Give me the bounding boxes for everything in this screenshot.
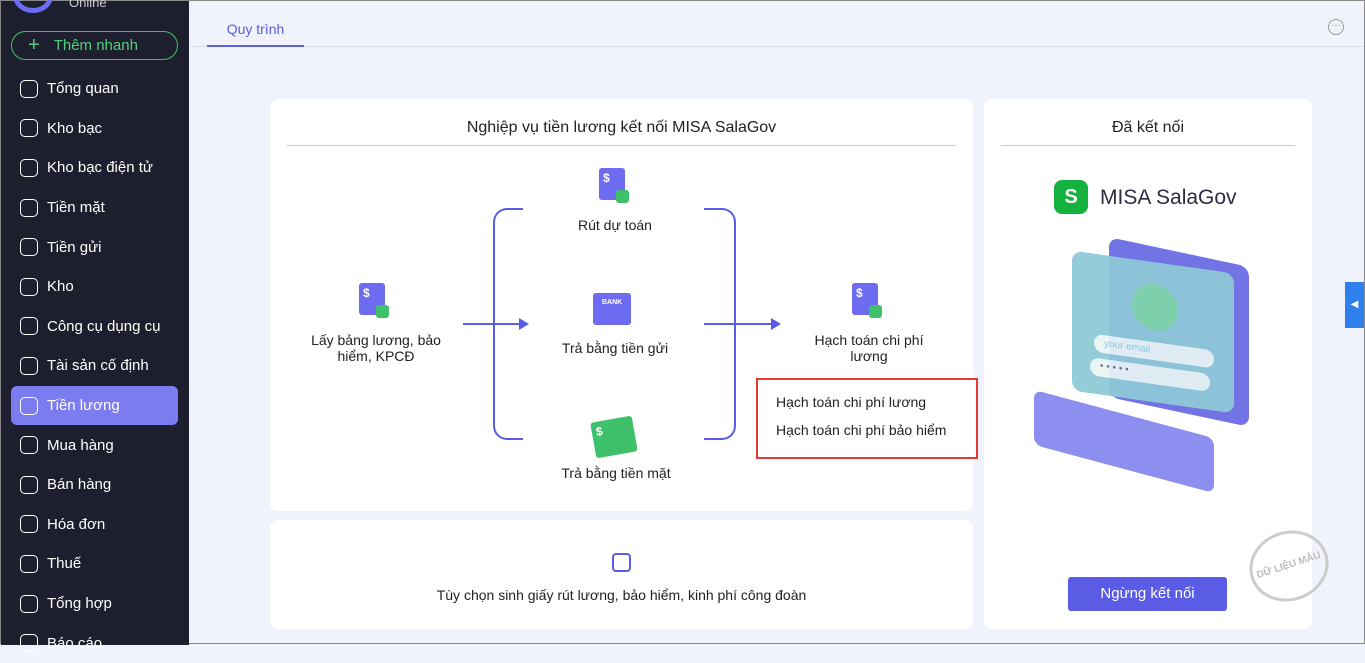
sidebar-item-label: Tổng hợp	[47, 595, 112, 613]
step-withdraw[interactable]: Rút dự toán	[555, 217, 675, 233]
treasury-icon	[20, 119, 38, 138]
sidebar-item-label: Tổng quan	[47, 80, 119, 98]
cart-icon	[20, 436, 38, 455]
sidebar-item-label: Tài sản cố định	[47, 357, 149, 375]
sample-data-watermark: DỮ LIỆU MẪU	[1240, 520, 1338, 612]
menu-item-insurance-cost[interactable]: Hạch toán chi phí bảo hiểm	[758, 422, 976, 450]
invoice-icon	[20, 515, 38, 534]
withdraw-document-icon: $	[599, 168, 629, 203]
tools-icon	[20, 317, 38, 336]
tab-bar: Quy trình ···	[189, 1, 1364, 47]
sidebar-item-label: Kho	[47, 278, 74, 296]
sidebar-item-2[interactable]: Kho bạc điện tử	[11, 148, 178, 188]
sidebar: Online + Thêm nhanh Tổng quan Kho bạc Kho b…	[1, 0, 189, 653]
mail-icon	[612, 553, 631, 572]
cash-money-icon: $	[590, 415, 638, 459]
sidebar-item-3[interactable]: Tiền mặt	[11, 188, 178, 228]
sidebar-item-label: Kho bạc	[47, 119, 103, 137]
accounting-dropdown: Hạch toán chi phí lương Hạch toán chi ph…	[756, 378, 978, 459]
sidebar-nav: Tổng quan Kho bạc Kho bạc điện tử Tiền mặt T…	[11, 69, 178, 663]
tab-quy-trinh[interactable]: Quy trình	[207, 11, 304, 47]
sidebar-item-label: Tiền mặt	[47, 199, 105, 217]
connection-title: Đã kết nối	[1001, 99, 1295, 146]
cash-icon	[20, 198, 38, 217]
computer-illustration: your email • • • • •	[1024, 237, 1274, 494]
bank-icon: BANK	[593, 293, 631, 325]
sidebar-item-14[interactable]: Báo cáo	[11, 623, 178, 663]
logo-text: Online	[69, 0, 107, 10]
payroll-document-icon: $	[359, 283, 389, 318]
step-pay-cash[interactable]: Trả bằng tiền mặt	[541, 465, 691, 481]
sidebar-item-11[interactable]: Hóa đơn	[11, 505, 178, 545]
sidebar-item-label: Công cụ dụng cụ	[47, 317, 161, 335]
tax-icon	[20, 554, 38, 573]
step-pay-bank[interactable]: Trả bằng tiền gửi	[545, 340, 685, 356]
salagov-logo-icon: S	[1054, 180, 1088, 214]
quick-add-button[interactable]: + Thêm nhanh	[11, 31, 178, 60]
options-card[interactable]: Tùy chọn sinh giấy rút lương, bảo hiểm, …	[270, 520, 973, 629]
sidebar-item-4[interactable]: Tiền gửi	[11, 227, 178, 267]
accounting-document-icon: $	[852, 283, 882, 318]
sidebar-item-label: Kho bạc điện tử	[47, 159, 153, 177]
sidebar-item-9[interactable]: Mua hàng	[11, 425, 178, 465]
collapse-panel-handle[interactable]: ◀	[1345, 282, 1364, 328]
bracket-left	[493, 208, 523, 440]
sidebar-item-7[interactable]: Tài sản cố định	[11, 346, 178, 386]
process-title: Nghiệp vụ tiền lương kết nối MISA SalaGo…	[287, 99, 956, 146]
truck-icon	[20, 356, 38, 375]
sidebar-item-label: Tiền gửi	[47, 238, 102, 256]
summary-icon	[20, 594, 38, 613]
deposit-icon	[20, 238, 38, 257]
brand-name: MISA SalaGov	[1100, 186, 1237, 209]
warehouse-icon	[20, 277, 38, 296]
salary-icon	[20, 396, 38, 415]
menu-item-salary-cost[interactable]: Hạch toán chi phí lương	[758, 394, 976, 422]
plus-icon: +	[28, 34, 40, 56]
sidebar-item-label: Mua hàng	[47, 436, 114, 454]
arrow-icon	[704, 318, 781, 330]
sidebar-item-label: Hóa đơn	[47, 515, 106, 533]
store-icon	[20, 475, 38, 494]
sidebar-item-13[interactable]: Tổng hợp	[11, 584, 178, 624]
report-icon	[20, 634, 38, 653]
connection-card: Đã kết nối S MISA SalaGov your email • •…	[984, 99, 1338, 629]
sidebar-item-label: Báo cáo	[47, 634, 103, 652]
app-logo	[13, 0, 53, 13]
options-label: Tùy chọn sinh giấy rút lương, bảo hiểm, …	[436, 587, 807, 603]
e-treasury-icon	[20, 158, 38, 177]
more-options-icon[interactable]: ···	[1328, 19, 1344, 35]
quick-add-label: Thêm nhanh	[53, 37, 138, 54]
sidebar-item-6[interactable]: Công cụ dụng cụ	[11, 307, 178, 347]
sidebar-item-12[interactable]: Thuế	[11, 544, 178, 584]
sidebar-item-1[interactable]: Kho bạc	[11, 109, 178, 149]
sidebar-item-label: Tiền lương	[47, 397, 120, 415]
sidebar-item-10[interactable]: Bán hàng	[11, 465, 178, 505]
step-accounting[interactable]: Hạch toán chi phí lương	[799, 332, 939, 364]
sidebar-item-0[interactable]: Tổng quan	[11, 69, 178, 109]
sidebar-item-label: Bán hàng	[47, 476, 112, 494]
sidebar-item-label: Thuế	[47, 555, 82, 573]
pie-chart-icon	[20, 79, 38, 98]
sidebar-item-5[interactable]: Kho	[11, 267, 178, 307]
disconnect-button[interactable]: Ngừng kết nối	[1068, 577, 1227, 611]
step-get-payroll[interactable]: Lấy bảng lương, bảo hiểm, KPCĐ	[296, 332, 456, 364]
sidebar-item-8[interactable]: Tiền lương	[11, 385, 178, 426]
